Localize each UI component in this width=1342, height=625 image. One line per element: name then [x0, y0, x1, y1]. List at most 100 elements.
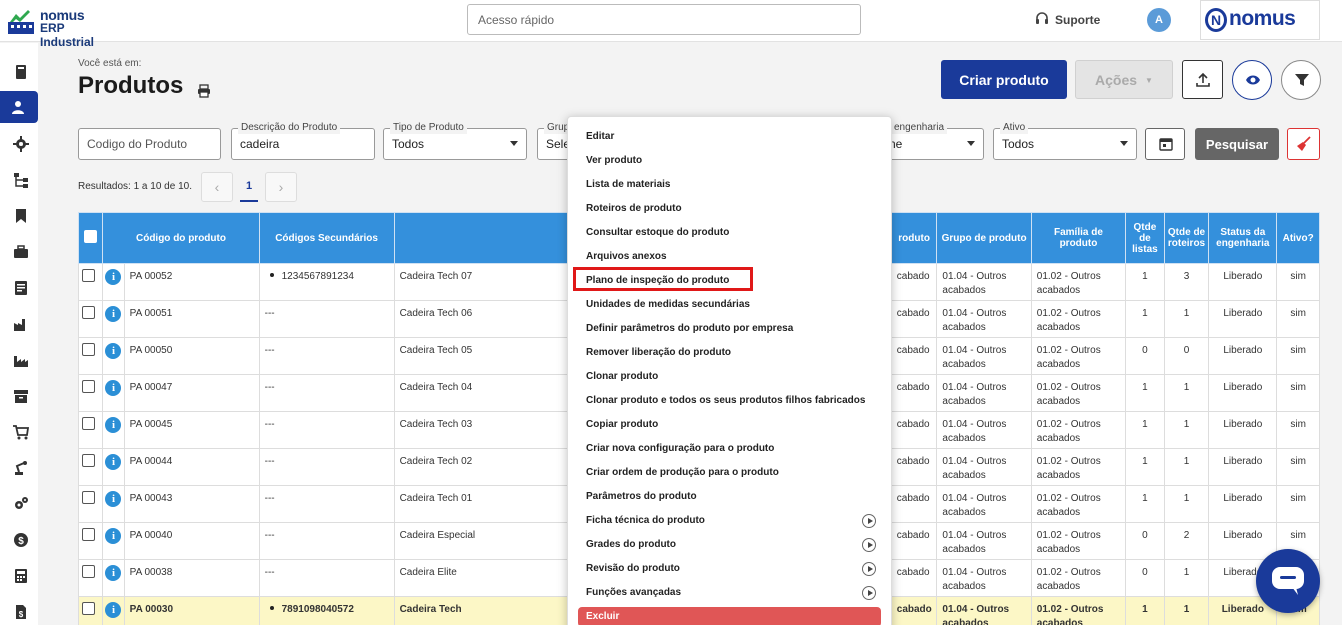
- info-icon[interactable]: i: [105, 343, 122, 359]
- info-icon[interactable]: i: [105, 380, 122, 396]
- menu-item[interactable]: Revisão do produto: [586, 563, 680, 574]
- info-icon[interactable]: i: [105, 602, 122, 618]
- info-icon[interactable]: i: [105, 269, 122, 285]
- menu-item[interactable]: Clonar produto e todos os seus produtos …: [586, 395, 865, 406]
- sidebar-item-archive[interactable]: [3, 380, 38, 412]
- pagination-prev-button[interactable]: ‹: [201, 172, 233, 202]
- row-checkbox-cell[interactable]: [77, 485, 104, 523]
- row-checkbox[interactable]: [82, 306, 95, 319]
- menu-item[interactable]: Funções avançadas: [586, 587, 681, 598]
- row-checkbox-cell[interactable]: [77, 559, 104, 597]
- submenu-arrow-icon[interactable]: [862, 586, 876, 600]
- engineering-select[interactable]: engenharia ne: [880, 122, 984, 160]
- menu-item[interactable]: Copiar produto: [586, 419, 658, 430]
- header-lists[interactable]: Qtde de listas: [1125, 212, 1165, 264]
- row-checkbox[interactable]: [82, 269, 95, 282]
- row-info-cell[interactable]: i: [102, 263, 125, 301]
- row-info-cell[interactable]: i: [102, 337, 125, 375]
- row-info-cell[interactable]: i: [102, 596, 125, 625]
- menu-item[interactable]: Ver produto: [586, 155, 642, 166]
- sidebar-item-calculator[interactable]: [3, 560, 38, 592]
- header-engineering-status[interactable]: Status da engenharia: [1208, 212, 1278, 264]
- info-icon[interactable]: i: [105, 417, 122, 433]
- header-code[interactable]: Código do produto: [102, 212, 260, 264]
- menu-item-delete[interactable]: Excluir: [578, 607, 881, 625]
- sidebar-item-industry[interactable]: [3, 344, 38, 376]
- menu-item[interactable]: Ficha técnica do produto: [586, 515, 705, 526]
- product-type-select[interactable]: Tipo de Produto Todos: [383, 122, 527, 160]
- menu-item[interactable]: Criar ordem de produção para o produto: [586, 467, 779, 478]
- row-checkbox[interactable]: [82, 343, 95, 356]
- sidebar-item-bookmark[interactable]: [3, 200, 38, 232]
- submenu-arrow-icon[interactable]: [862, 514, 876, 528]
- row-info-cell[interactable]: i: [102, 411, 125, 449]
- menu-item[interactable]: Grades do produto: [586, 539, 676, 550]
- row-info-cell[interactable]: i: [102, 374, 125, 412]
- sidebar-item-finance[interactable]: $: [3, 524, 38, 556]
- header-routes[interactable]: Qtde de roteiros: [1163, 212, 1210, 264]
- row-checkbox-cell[interactable]: [77, 263, 104, 301]
- row-checkbox[interactable]: [82, 491, 95, 504]
- row-checkbox-cell[interactable]: [77, 300, 104, 338]
- info-icon[interactable]: i: [105, 454, 122, 470]
- menu-item[interactable]: Remover liberação do produto: [586, 347, 731, 358]
- menu-item[interactable]: Consultar estoque do produto: [586, 227, 729, 238]
- date-filter-button[interactable]: [1145, 128, 1185, 160]
- sidebar-item-cart[interactable]: [3, 416, 38, 448]
- row-checkbox[interactable]: [82, 528, 95, 541]
- app-logo[interactable]: nomus ERP Industrial: [8, 6, 120, 49]
- row-checkbox[interactable]: [82, 417, 95, 430]
- submenu-arrow-icon[interactable]: [862, 538, 876, 552]
- header-group[interactable]: Grupo de produto: [936, 212, 1032, 264]
- description-field[interactable]: Descrição do Produto cadeira: [231, 122, 375, 160]
- row-checkbox-cell[interactable]: [77, 522, 104, 560]
- sidebar-item-users[interactable]: [0, 91, 38, 123]
- header-active[interactable]: Ativo?: [1276, 212, 1320, 264]
- info-icon[interactable]: i: [105, 306, 122, 322]
- filter-button[interactable]: [1281, 60, 1321, 100]
- menu-item[interactable]: Clonar produto: [586, 371, 658, 382]
- product-code-field[interactable]: Codigo do Produto: [78, 128, 221, 160]
- info-icon[interactable]: i: [105, 528, 122, 544]
- row-checkbox-cell[interactable]: [77, 448, 104, 486]
- header-type[interactable]: roduto: [890, 212, 938, 264]
- select-all-checkbox[interactable]: [84, 230, 98, 243]
- pagination-next-button[interactable]: ›: [265, 172, 297, 202]
- row-checkbox-cell[interactable]: [77, 337, 104, 375]
- row-info-cell[interactable]: i: [102, 448, 125, 486]
- quick-access-input[interactable]: Acesso rápido: [467, 4, 861, 35]
- row-checkbox[interactable]: [82, 602, 95, 615]
- avatar[interactable]: A: [1147, 8, 1171, 32]
- view-toggle-button[interactable]: [1232, 60, 1272, 100]
- export-button[interactable]: [1182, 60, 1223, 99]
- row-info-cell[interactable]: i: [102, 522, 125, 560]
- row-checkbox-cell[interactable]: [77, 374, 104, 412]
- support-link[interactable]: Suporte: [1035, 12, 1100, 27]
- row-info-cell[interactable]: i: [102, 559, 125, 597]
- sidebar-item-structure[interactable]: [3, 164, 38, 196]
- select-all-cell[interactable]: [77, 212, 104, 264]
- actions-button[interactable]: Ações ▼: [1075, 60, 1173, 99]
- row-checkbox-cell[interactable]: [77, 411, 104, 449]
- row-checkbox[interactable]: [82, 454, 95, 467]
- submenu-arrow-icon[interactable]: [862, 562, 876, 576]
- menu-item[interactable]: Editar: [586, 131, 614, 142]
- menu-item[interactable]: Lista de materiais: [586, 179, 670, 190]
- info-icon[interactable]: i: [105, 491, 122, 507]
- menu-item[interactable]: Roteiros de produto: [586, 203, 682, 214]
- menu-item[interactable]: Arquivos anexos: [586, 251, 667, 262]
- row-checkbox[interactable]: [82, 565, 95, 578]
- sidebar-item-cogs[interactable]: [3, 488, 38, 520]
- row-checkbox[interactable]: [82, 380, 95, 393]
- sidebar-item-invoice[interactable]: $: [3, 596, 38, 625]
- sidebar-item-robot[interactable]: [3, 452, 38, 484]
- chat-button[interactable]: [1256, 549, 1320, 613]
- sidebar-item-settings[interactable]: [3, 128, 38, 160]
- header-secondary-codes[interactable]: Códigos Secundários: [258, 212, 395, 264]
- row-info-cell[interactable]: i: [102, 485, 125, 523]
- print-icon[interactable]: [197, 84, 211, 98]
- sidebar-item-briefcase[interactable]: [3, 236, 38, 268]
- menu-item[interactable]: Criar nova configuração para o produto: [586, 443, 774, 454]
- info-icon[interactable]: i: [105, 565, 122, 581]
- menu-item[interactable]: Definir parâmetros do produto por empres…: [586, 323, 793, 334]
